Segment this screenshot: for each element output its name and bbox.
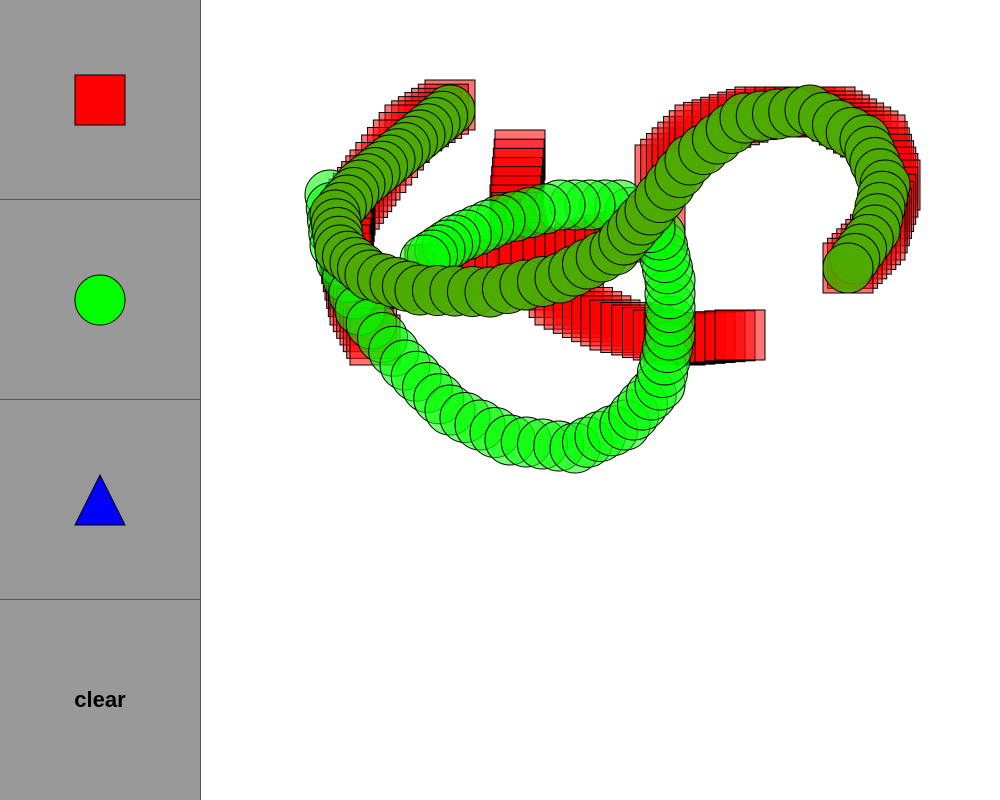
- triangle-icon: [74, 473, 126, 525]
- triangle-tool-button[interactable]: [0, 400, 200, 600]
- clear-button-label: clear: [74, 687, 126, 712]
- stamped-circle: [822, 242, 874, 294]
- square-tool-button[interactable]: [0, 0, 200, 200]
- circle-icon: [74, 274, 126, 325]
- stamped-square: [714, 309, 766, 361]
- clear-button[interactable]: clear: [0, 600, 200, 800]
- drawing-canvas[interactable]: [201, 0, 1000, 800]
- shape-toolbar: clear: [0, 0, 201, 800]
- circle-tool-button[interactable]: [0, 200, 200, 400]
- square-icon: [74, 74, 126, 125]
